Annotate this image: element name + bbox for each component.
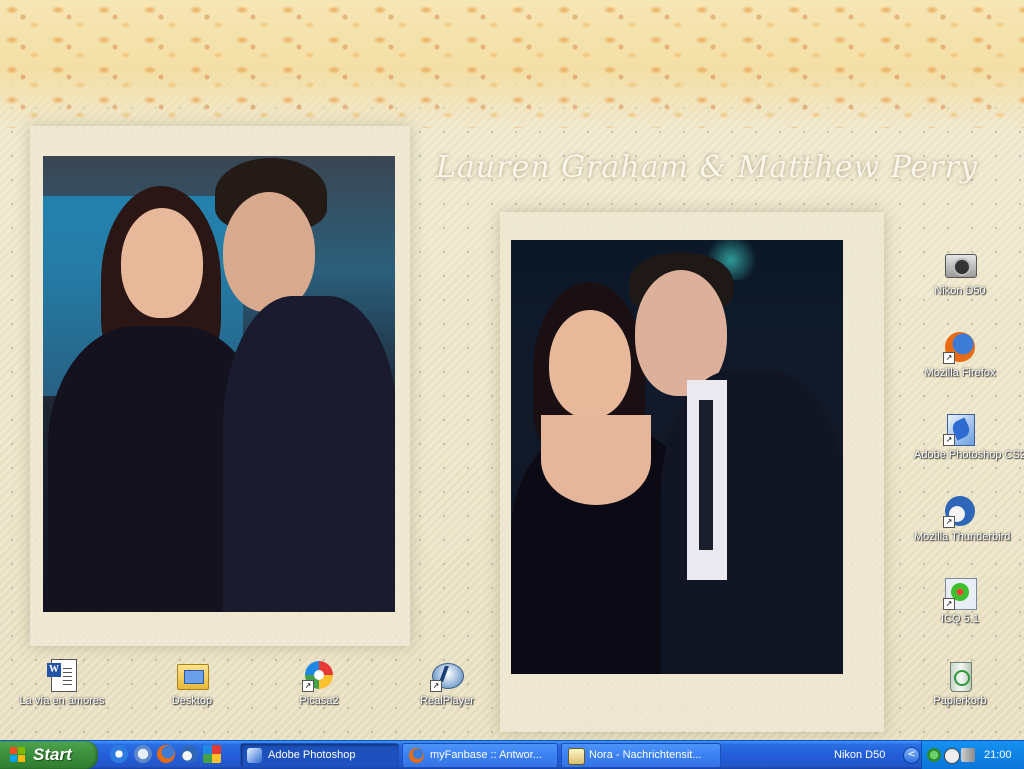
shortcut-arrow-icon: ↗	[302, 680, 314, 692]
desktop-icon-nikon-d50[interactable]: Nikon D50	[914, 248, 1006, 297]
picasa-icon: ↗	[302, 658, 336, 692]
task-label: Nora - Nachrichtensit...	[589, 749, 702, 761]
desktop-icon-label: Desktop	[171, 695, 213, 707]
desktop-icon-word-document[interactable]: W La vía en amores	[16, 658, 108, 707]
start-label: Start	[33, 745, 72, 764]
thunderbird-icon: ↗	[943, 494, 977, 528]
icq-flower-icon: ↗	[943, 576, 977, 610]
wallpaper-title: Lauren Graham & Matthew Perry	[436, 150, 978, 185]
desktop-icon-label: Papierkorb	[933, 695, 987, 707]
desktop-icon-icq[interactable]: ↗ ICQ 5.1	[914, 576, 1006, 625]
desktop-icon-picasa2[interactable]: ↗ Picasa2	[273, 658, 365, 707]
realplayer-icon: ↗	[430, 658, 464, 692]
folder-icon	[175, 658, 209, 692]
volume-icon[interactable]	[961, 748, 975, 762]
left-photo	[43, 156, 395, 612]
desktop-icon-label: La vía en amores	[19, 695, 105, 707]
show-hidden-icons-button[interactable]: <	[903, 747, 920, 764]
system-tray: 21:00	[921, 741, 1024, 769]
shortcut-arrow-icon: ↗	[943, 352, 955, 364]
photoshop-icon	[247, 748, 262, 763]
desktop-icon-desktop-folder[interactable]: Desktop	[146, 658, 238, 707]
picasa-icon[interactable]	[203, 745, 221, 763]
internet-explorer-icon[interactable]	[110, 745, 128, 763]
toolbar-label-nikon-d50[interactable]: Nikon D50	[834, 741, 885, 769]
recycle-bin-icon	[943, 658, 977, 692]
desktop-icon-label: RealPlayer	[420, 695, 474, 707]
thunderbird-icon[interactable]	[180, 745, 198, 763]
task-label: myFanbase :: Antwor...	[430, 749, 542, 761]
task-myfanbase[interactable]: myFanbase :: Antwor...	[402, 743, 558, 768]
task-nora[interactable]: Nora - Nachrichtensit...	[561, 743, 721, 768]
desktop-icon-label: ICQ 5.1	[941, 613, 979, 625]
floral-pattern-band	[0, 0, 1024, 128]
itunes-icon[interactable]	[134, 745, 152, 763]
photoshop-icon: ↗	[943, 412, 977, 446]
desktop-icon-adobe-photoshop-cs2[interactable]: ↗ Adobe Photoshop CS2	[914, 412, 1024, 461]
desktop-icon-label: Picasa2	[299, 695, 339, 707]
shortcut-arrow-icon: ↗	[430, 680, 442, 692]
firefox-icon	[409, 748, 424, 763]
shortcut-arrow-icon: ↗	[943, 434, 955, 446]
camera-icon	[943, 248, 977, 282]
taskbar: Start Adobe Photoshop myFanbase :: Antwo…	[0, 740, 1024, 769]
clock[interactable]: 21:00	[984, 741, 1012, 769]
start-button[interactable]: Start	[0, 741, 98, 769]
desktop-icon-mozilla-firefox[interactable]: ↗ Mozilla Firefox	[914, 330, 1006, 379]
word-document-icon: W	[45, 658, 79, 692]
nvidia-icon[interactable]	[944, 748, 960, 764]
desktop-icon-realplayer[interactable]: ↗ RealPlayer	[401, 658, 493, 707]
firefox-icon[interactable]	[157, 745, 175, 763]
network-icon[interactable]	[927, 748, 941, 762]
desktop-icon-label: Mozilla Thunderbird	[914, 531, 1011, 543]
desktop-icon-label: Mozilla Firefox	[924, 367, 996, 379]
shortcut-arrow-icon: ↗	[943, 516, 955, 528]
desktop-icon-label: Nikon D50	[934, 285, 986, 297]
desktop-wallpaper: Lauren Graham & Matthew Perry	[0, 0, 1024, 740]
task-label: Adobe Photoshop	[268, 749, 356, 761]
windows-flag-icon	[10, 747, 26, 763]
desktop-icon-label: Adobe Photoshop CS2	[914, 449, 1024, 461]
firefox-icon: ↗	[943, 330, 977, 364]
desktop-icon-papierkorb[interactable]: Papierkorb	[914, 658, 1006, 707]
shortcut-arrow-icon: ↗	[943, 598, 955, 610]
right-photo	[511, 240, 843, 674]
notepad-icon	[568, 748, 585, 765]
task-adobe-photoshop[interactable]: Adobe Photoshop	[240, 743, 399, 768]
desktop-icon-mozilla-thunderbird[interactable]: ↗ Mozilla Thunderbird	[914, 494, 1011, 543]
